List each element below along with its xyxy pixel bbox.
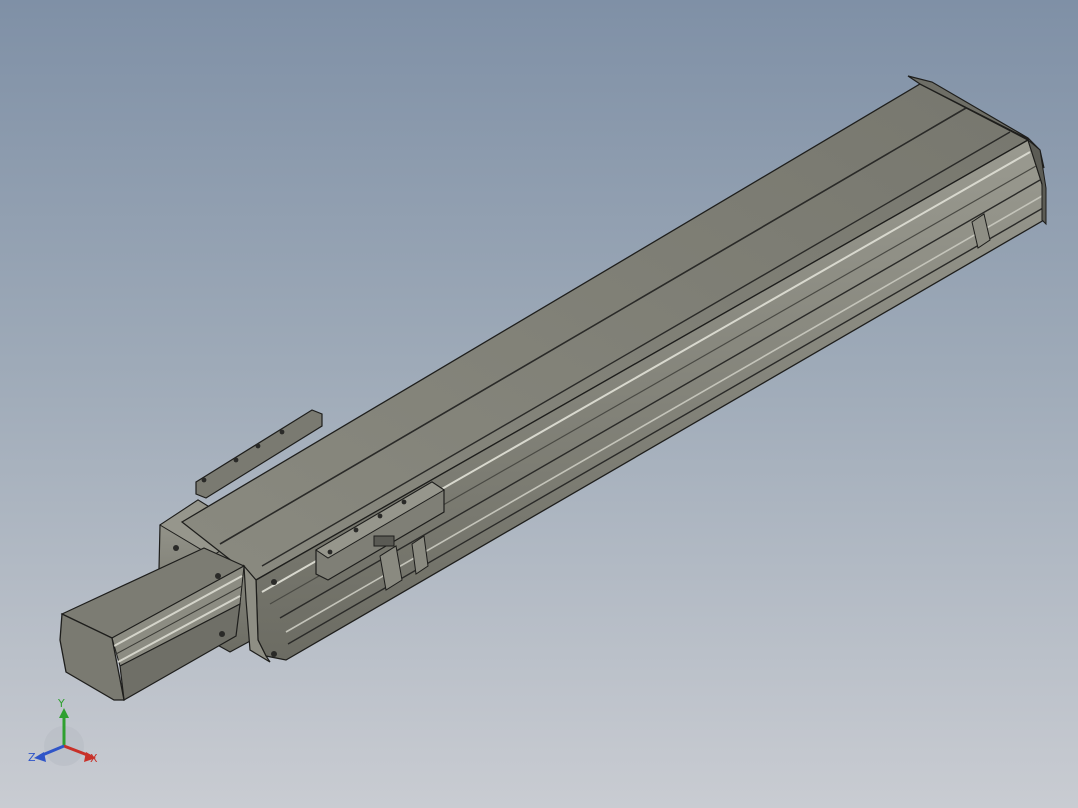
linear-actuator-body[interactable]: [180, 83, 1045, 663]
stepper-motor[interactable]: [59, 547, 246, 701]
graphics-viewport[interactable]: Y Z X: [0, 0, 1078, 808]
coordinate-triad: Y Z X: [24, 694, 106, 772]
x-axis-label: X: [90, 752, 98, 765]
y-axis-label: Y: [58, 697, 65, 710]
z-axis-label: Z: [28, 751, 36, 764]
cad-model-view[interactable]: [0, 0, 1078, 808]
